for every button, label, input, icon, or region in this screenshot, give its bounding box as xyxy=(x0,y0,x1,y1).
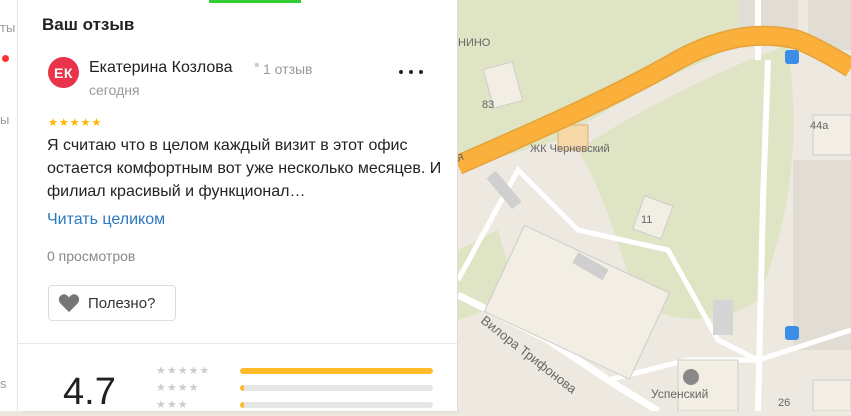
heart-icon xyxy=(58,294,80,313)
rating-bar-4 xyxy=(240,385,433,391)
author-review-count: 1 отзыв xyxy=(263,61,313,77)
map-label-uspensky[interactable]: Успенский xyxy=(651,387,708,401)
dot-icon xyxy=(419,70,423,74)
rating-row-3-stars: ★★★ xyxy=(156,399,189,411)
avatar-initials: ЕК xyxy=(54,64,73,81)
rating-bar-fill xyxy=(240,368,433,374)
rating-bar-fill xyxy=(240,385,244,391)
map-label-house-11: 11 xyxy=(641,214,652,226)
left-strip-text-top: ты xyxy=(0,20,16,35)
useful-button-label: Полезно? xyxy=(88,294,156,312)
left-strip-text-bottom: s xyxy=(0,376,7,391)
section-title: Ваш отзыв xyxy=(42,15,135,34)
rating-bar-5 xyxy=(240,368,433,374)
left-sidebar-strip: ты ы s xyxy=(0,0,18,411)
bus-stop-icon[interactable] xyxy=(785,326,799,340)
bus-stop-icon[interactable] xyxy=(785,50,799,64)
map-label-complex[interactable]: ЖК Черневский xyxy=(530,143,610,155)
left-strip-text-mid: ы xyxy=(0,112,10,127)
review-stars: ★★★★★ xyxy=(48,117,103,129)
more-options-button[interactable] xyxy=(399,62,423,82)
dot-icon xyxy=(399,70,403,74)
review-date: сегодня xyxy=(89,82,140,98)
map-label-house-83: 83 xyxy=(482,99,494,111)
review-panel: Ваш отзыв ЕК Екатерина Козлова • 1 отзыв… xyxy=(18,0,458,413)
author-separator: • xyxy=(254,57,260,74)
building-block xyxy=(793,160,851,350)
building xyxy=(812,379,851,412)
building xyxy=(677,359,739,412)
author-name[interactable]: Екатерина Козлова xyxy=(89,59,232,77)
notification-dot xyxy=(2,55,9,62)
dot-icon xyxy=(409,70,413,74)
avatar[interactable]: ЕК xyxy=(48,57,79,88)
rating-value: 4.7 xyxy=(63,371,116,413)
rating-bar-3 xyxy=(240,402,433,408)
map-label-area: НИНО xyxy=(458,37,491,49)
read-more-link[interactable]: Читать целиком xyxy=(47,211,165,229)
useful-button[interactable]: Полезно? xyxy=(48,285,176,321)
rating-row-5-stars: ★★★★★ xyxy=(156,365,211,377)
rating-bar-fill xyxy=(240,402,244,408)
divider xyxy=(18,343,457,344)
views-count: 0 просмотров xyxy=(47,248,136,264)
review-text: Я считаю что в целом каждый визит в этот… xyxy=(47,137,442,200)
map-view[interactable]: НИНО 83 44а ЖК Черневский 11 я Вилора Тр… xyxy=(454,0,851,414)
rating-row-4-stars: ★★★★ xyxy=(156,382,200,394)
map-canvas[interactable]: НИНО 83 44а ЖК Черневский 11 я Вилора Тр… xyxy=(454,0,851,414)
church-icon[interactable] xyxy=(683,369,699,385)
map-label-house-26: 26 xyxy=(778,397,790,409)
building xyxy=(713,300,733,335)
map-label-house-44a: 44а xyxy=(810,120,829,132)
active-tab-indicator xyxy=(209,0,301,3)
